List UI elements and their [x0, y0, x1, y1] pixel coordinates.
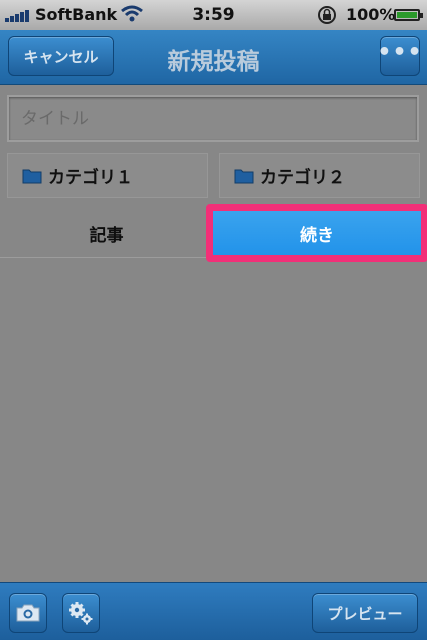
settings-button[interactable] [62, 593, 100, 633]
category-2-button[interactable]: カテゴリ２ [219, 153, 420, 198]
camera-button[interactable] [9, 593, 47, 633]
tab-continue-label: 続き [213, 211, 421, 255]
category-1-label: カテゴリ１ [48, 168, 133, 188]
folder-icon [234, 169, 254, 183]
battery-icon [394, 9, 423, 21]
category-2-label: カテゴリ２ [260, 168, 345, 188]
navigation-bar: キャンセル 新規投稿 ••• [0, 30, 427, 85]
page-title: 新規投稿 [167, 49, 260, 75]
camera-icon [16, 604, 40, 622]
title-input[interactable] [7, 95, 419, 142]
more-options-button[interactable]: ••• [377, 36, 422, 76]
editor-tabs: 記事 続き [0, 204, 427, 262]
bottom-toolbar: プレビュー [0, 582, 427, 640]
cancel-button[interactable]: キャンセル [8, 36, 114, 76]
battery-percent: 100% [346, 5, 396, 24]
tab-article[interactable]: 記事 [0, 208, 213, 258]
settings-icon [69, 602, 93, 625]
folder-icon [22, 169, 42, 183]
rotation-lock-icon [318, 6, 336, 24]
status-bar: SoftBank 3:59 100% [0, 0, 427, 30]
category-1-button[interactable]: カテゴリ１ [7, 153, 208, 198]
preview-button[interactable]: プレビュー [312, 593, 418, 633]
tab-continue[interactable]: 続き [206, 204, 427, 262]
